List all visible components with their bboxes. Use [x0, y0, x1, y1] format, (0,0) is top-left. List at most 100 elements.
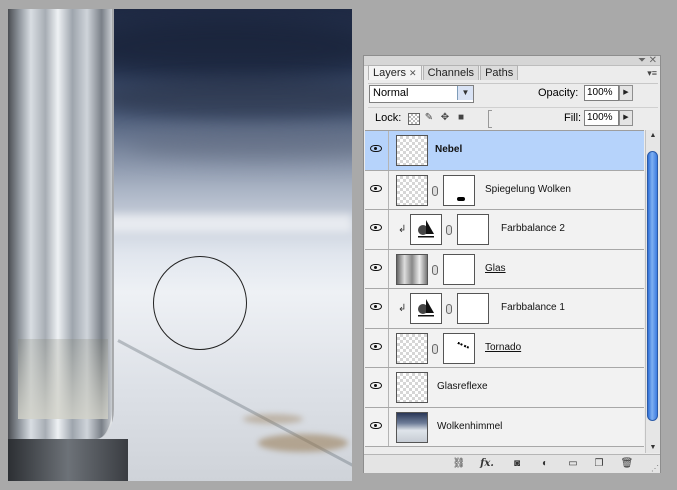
sand-patch [258, 434, 348, 452]
link-chain-icon[interactable] [432, 343, 438, 354]
visibility-cell [365, 289, 389, 328]
layer-row-farbbalance-1[interactable]: ↲ Farbbalance 1 [365, 289, 644, 329]
eye-icon[interactable] [370, 184, 382, 192]
visibility-cell [365, 407, 389, 446]
layer-row-farbbalance-2[interactable]: ↲ Farbbalance 2 [365, 210, 644, 250]
layer-name[interactable]: Glasreflexe [437, 381, 488, 392]
link-chain-icon[interactable] [432, 264, 438, 275]
eye-icon[interactable] [370, 224, 382, 231]
layer-name[interactable]: Nebel [435, 144, 462, 155]
layer-name[interactable]: Farbbalance 1 [501, 302, 565, 313]
layers-panel: ⏷ ✕ Layers ✕ Channels Paths ▾≡ Normal ▼ Opa… [363, 55, 661, 473]
layer-mask-thumbnail[interactable] [443, 253, 475, 285]
adjustment-thumbnail[interactable] [410, 293, 442, 324]
resize-grip-icon[interactable]: ⋰ [651, 464, 659, 473]
lock-row: Lock: ✎ ✥ ■ Fill: 100% ▶ [368, 107, 658, 128]
layer-mask-thumbnail[interactable] [443, 174, 475, 206]
layers-list: Nebel Spiegelung Wolken ↲ Farbbalance 2 [365, 130, 644, 454]
link-chain-icon[interactable] [446, 225, 452, 235]
layer-row-spiegelung-wolken[interactable]: Spiegelung Wolken [365, 170, 644, 210]
adjustment-thumbnail[interactable] [410, 214, 442, 245]
scroll-up-icon[interactable]: ▲ [646, 130, 660, 141]
glass-base [8, 439, 128, 481]
new-layer-icon[interactable]: ❐ [592, 458, 606, 470]
add-mask-icon[interactable]: ◙ [510, 458, 524, 470]
new-group-folder-icon[interactable]: ▭ [566, 458, 580, 470]
layer-thumbnail[interactable] [396, 253, 428, 285]
fill-label: Fill: [564, 112, 582, 124]
layer-thumbnail[interactable] [396, 174, 428, 206]
tab-paths[interactable]: Paths [480, 65, 519, 80]
eye-icon[interactable] [370, 342, 382, 350]
lock-position-move-icon[interactable]: ✥ [440, 113, 450, 123]
mask-shape [457, 196, 465, 201]
layer-row-wolkenhimmel[interactable]: Wolkenhimmel [365, 407, 644, 447]
visibility-cell [365, 368, 389, 407]
tab-channels[interactable]: Channels [422, 65, 480, 80]
fx-icon[interactable]: fx. [480, 458, 494, 470]
lock-transparency-icon[interactable] [408, 113, 420, 125]
brush-cursor-circle [153, 256, 247, 350]
eye-icon[interactable] [370, 145, 382, 152]
layer-row-glasreflexe[interactable]: Glasreflexe [365, 368, 644, 408]
close-tab-icon[interactable]: ✕ [409, 68, 417, 78]
close-panel-icon[interactable]: ✕ [649, 55, 657, 66]
panel-tabs: Layers ✕ Channels Paths [368, 65, 519, 80]
opacity-arrow-icon[interactable]: ▶ [619, 85, 633, 101]
cloud-band-lower [128, 129, 352, 159]
eye-icon[interactable] [370, 382, 382, 389]
opacity-label: Opacity: [538, 87, 579, 99]
trash-icon[interactable]: 🗑 [620, 458, 634, 470]
layer-name[interactable]: Glas [485, 263, 506, 274]
lock-bracket [488, 110, 492, 128]
lock-label: Lock: [375, 112, 402, 124]
lock-image-brush-icon[interactable]: ✎ [424, 113, 434, 123]
layer-mask-thumbnail[interactable] [457, 293, 489, 324]
link-chain-icon[interactable] [432, 185, 438, 196]
layer-thumbnail[interactable] [396, 135, 428, 166]
fill-arrow-icon[interactable]: ▶ [619, 110, 633, 126]
layer-row-nebel[interactable]: Nebel [365, 131, 644, 171]
layer-name[interactable]: Spiegelung Wolken [485, 184, 571, 195]
link-layers-icon[interactable]: ⛓ [452, 458, 466, 470]
layer-thumbnail[interactable] [396, 411, 428, 443]
layer-thumbnail[interactable] [396, 372, 428, 403]
lock-all-icon[interactable]: ■ [456, 113, 466, 123]
layer-thumbnail[interactable] [396, 332, 428, 364]
panel-menu-icon[interactable]: ▾≡ [647, 68, 657, 79]
eye-icon[interactable] [370, 263, 382, 271]
layer-row-tornado[interactable]: Tornado [365, 328, 644, 368]
new-adjustment-layer-icon[interactable]: ◐ [538, 458, 552, 470]
layer-name[interactable]: Wolkenhimmel [437, 421, 502, 432]
eye-icon[interactable] [370, 421, 382, 429]
eye-icon[interactable] [370, 303, 382, 310]
visibility-cell [365, 170, 389, 209]
cloud-band [98, 79, 352, 119]
chevron-down-icon[interactable]: ▼ [457, 86, 473, 100]
layer-mask-thumbnail[interactable] [457, 214, 489, 245]
clipping-arrow-icon: ↲ [398, 224, 407, 235]
mask-shape [454, 341, 470, 354]
blend-mode-value: Normal [373, 87, 409, 99]
drinking-glass [8, 9, 114, 439]
opacity-field[interactable]: 100% [584, 85, 619, 101]
layers-scrollbar[interactable]: ▲ ▼ [645, 130, 660, 453]
link-chain-icon[interactable] [446, 304, 452, 314]
fill-field[interactable]: 100% [584, 110, 619, 126]
visibility-cell [365, 131, 389, 170]
layers-toolbar: ⛓ fx. ◙ ◐ ▭ ❐ 🗑 ⋰ [364, 454, 660, 473]
document-canvas[interactable] [8, 9, 352, 481]
layer-mask-thumbnail[interactable] [443, 332, 475, 364]
scrollbar-thumb[interactable] [647, 151, 658, 421]
blend-row: Normal ▼ Opacity: 100% ▶ [368, 83, 658, 104]
visibility-cell [365, 210, 389, 249]
collapse-icon[interactable]: ⏷ [638, 55, 646, 66]
layer-name[interactable]: Tornado [485, 342, 521, 353]
scroll-down-icon[interactable]: ▼ [646, 442, 660, 453]
visibility-cell [365, 328, 389, 367]
layer-row-glas[interactable]: Glas [365, 249, 644, 289]
blend-mode-select[interactable]: Normal ▼ [369, 85, 474, 103]
visibility-cell [365, 249, 389, 288]
tab-layers[interactable]: Layers ✕ [368, 65, 422, 80]
layer-name[interactable]: Farbbalance 2 [501, 223, 565, 234]
